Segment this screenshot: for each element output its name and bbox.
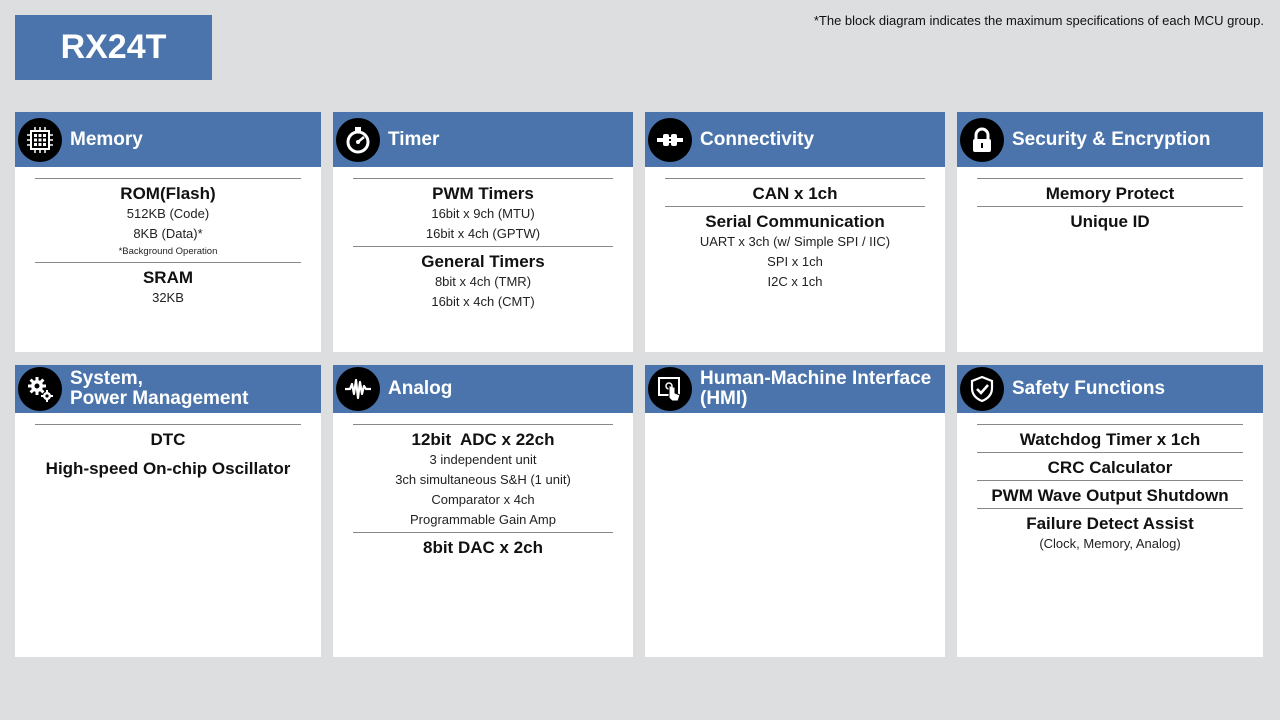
pwm-gptw: 16bit x 4ch (GPTW) xyxy=(425,226,541,241)
pwm-timers-title: PWM Timers xyxy=(432,184,534,203)
serial-i2c: I2C x 1ch xyxy=(767,274,823,289)
memory-header: Memory xyxy=(15,112,321,167)
timer-card: Timer PWM Timers 16bit x 9ch (MTU) 16bit… xyxy=(333,112,633,352)
memory-chip-icon xyxy=(18,117,62,162)
memory-protect: Memory Protect xyxy=(1045,184,1175,203)
failure-detect: Failure Detect Assist xyxy=(1026,514,1194,533)
connectivity-header: Connectivity xyxy=(645,112,945,167)
adc-sh: 3ch simultaneous S&H (1 unit) xyxy=(395,472,571,487)
gears-icon xyxy=(18,367,62,411)
hmi-title-line1: Human-Machine Interface xyxy=(700,368,932,389)
hmi-title-line2: (HMI) xyxy=(700,388,748,409)
rom-data: 8KB (Data)* xyxy=(133,226,203,241)
gen-cmt: 16bit x 4ch (CMT) xyxy=(431,294,535,309)
hmi-title: Human-Machine Interface (HMI) xyxy=(700,369,931,409)
rom-note: *Background Operation xyxy=(118,246,218,257)
safety-title: Safety Functions xyxy=(1012,378,1166,399)
hmi-card: Human-Machine Interface (HMI) xyxy=(645,365,945,657)
rom-title: ROM(Flash) xyxy=(120,184,216,203)
system-header: System, Power Management xyxy=(15,365,321,413)
safety-card: Safety Functions Watchdog Timer x 1ch CR… xyxy=(957,365,1263,657)
stopwatch-icon xyxy=(336,117,380,162)
timer-header: Timer xyxy=(333,112,633,167)
serial-title: Serial Communication xyxy=(705,212,885,231)
general-timers-title: General Timers xyxy=(421,252,545,271)
spec-note: *The block diagram indicates the maximum… xyxy=(813,13,1264,28)
can-title: CAN x 1ch xyxy=(752,184,838,203)
adc-comparator: Comparator x 4ch xyxy=(431,492,535,507)
sram-title: SRAM xyxy=(142,268,194,287)
hmi-header: Human-Machine Interface (HMI) xyxy=(645,365,945,413)
gen-tmr: 8bit x 4ch (TMR) xyxy=(434,274,532,289)
memory-title: Memory xyxy=(70,128,143,150)
safety-header: Safety Functions xyxy=(957,365,1263,413)
sram-size: 32KB xyxy=(152,290,184,305)
waveform-icon xyxy=(336,367,380,411)
crc-calculator: CRC Calculator xyxy=(1047,458,1173,477)
dtc: DTC xyxy=(150,430,186,449)
rom-code: 512KB (Code) xyxy=(126,206,210,221)
lock-icon xyxy=(960,117,1004,162)
timer-title: Timer xyxy=(388,128,440,150)
analog-header: Analog xyxy=(333,365,633,413)
dac-title: 8bit DAC x 2ch xyxy=(423,538,543,557)
analog-title: Analog xyxy=(388,378,453,399)
oscillator: High-speed On-chip Oscillator xyxy=(45,459,291,478)
security-header: Security & Encryption xyxy=(957,112,1263,167)
touch-screen-icon xyxy=(648,367,692,411)
pwm-mtu: 16bit x 9ch (MTU) xyxy=(431,206,535,221)
connectivity-card: Connectivity CAN x 1ch Serial Communicat… xyxy=(645,112,945,352)
plug-connector-icon xyxy=(648,117,692,162)
system-card: System, Power Management DTC High-speed … xyxy=(15,365,321,657)
shield-check-icon xyxy=(960,367,1004,411)
serial-uart: UART x 3ch (w/ Simple SPI / IIC) xyxy=(699,234,891,249)
failure-detect-sub: (Clock, Memory, Analog) xyxy=(1039,536,1181,551)
adc-units: 3 independent unit xyxy=(429,452,537,467)
watchdog-timer: Watchdog Timer x 1ch xyxy=(1019,430,1201,449)
adc-pga: Programmable Gain Amp xyxy=(410,512,556,527)
serial-spi: SPI x 1ch xyxy=(767,254,823,269)
unique-id: Unique ID xyxy=(1070,212,1150,231)
product-title: RX24T xyxy=(15,15,212,80)
security-title: Security & Encryption xyxy=(1012,128,1211,150)
analog-card: Analog 12bit ADC x 22ch 3 independent un… xyxy=(333,365,633,657)
system-title-line1: System, xyxy=(70,368,143,389)
security-card: Security & Encryption Memory Protect Uni… xyxy=(957,112,1263,352)
connectivity-title: Connectivity xyxy=(700,128,815,150)
system-title: System, Power Management xyxy=(70,369,248,409)
pwm-shutdown: PWM Wave Output Shutdown xyxy=(991,486,1229,505)
memory-card: Memory ROM(Flash) 512KB (Code) 8KB (Data… xyxy=(15,112,321,352)
adc-title: 12bit ADC x 22ch xyxy=(411,430,555,449)
system-title-line2: Power Management xyxy=(70,388,249,409)
